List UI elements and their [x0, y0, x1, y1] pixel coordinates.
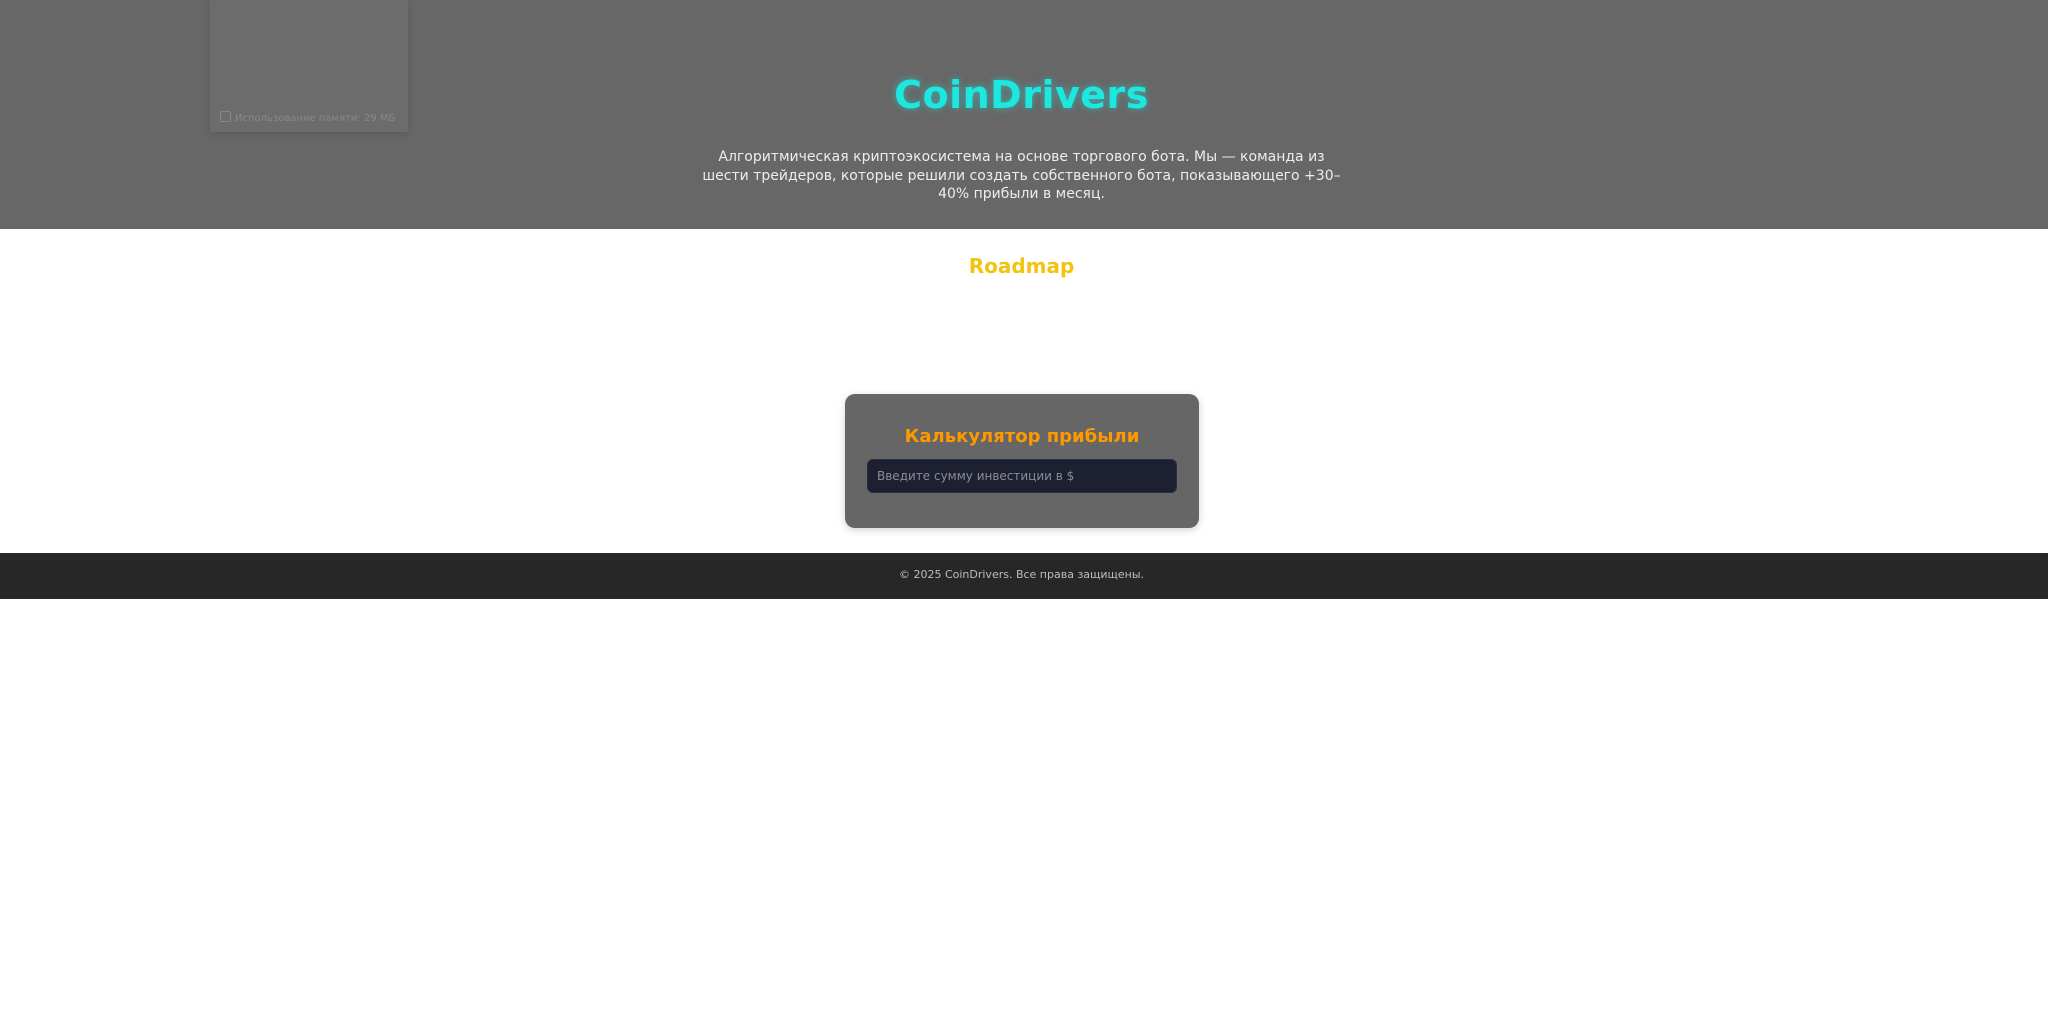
site-header: Использование памяти: 29 МБ CoinDrivers … — [0, 0, 2048, 229]
site-description: Алгоритмическая криптоэкосистема на осно… — [702, 149, 1341, 202]
profit-calculator-title: Калькулятор прибыли — [904, 426, 1140, 447]
profit-calculator-card: Калькулятор прибыли — [845, 394, 1199, 528]
roadmap-heading: Roadmap — [968, 254, 1075, 278]
footer-copyright: © 2025 CoinDrivers. Все права защищены. — [898, 568, 1145, 581]
site-title: CoinDrivers — [894, 73, 1149, 117]
site-footer: © 2025 CoinDrivers. Все права защищены. — [0, 553, 2048, 599]
investment-amount-input[interactable] — [867, 459, 1177, 493]
